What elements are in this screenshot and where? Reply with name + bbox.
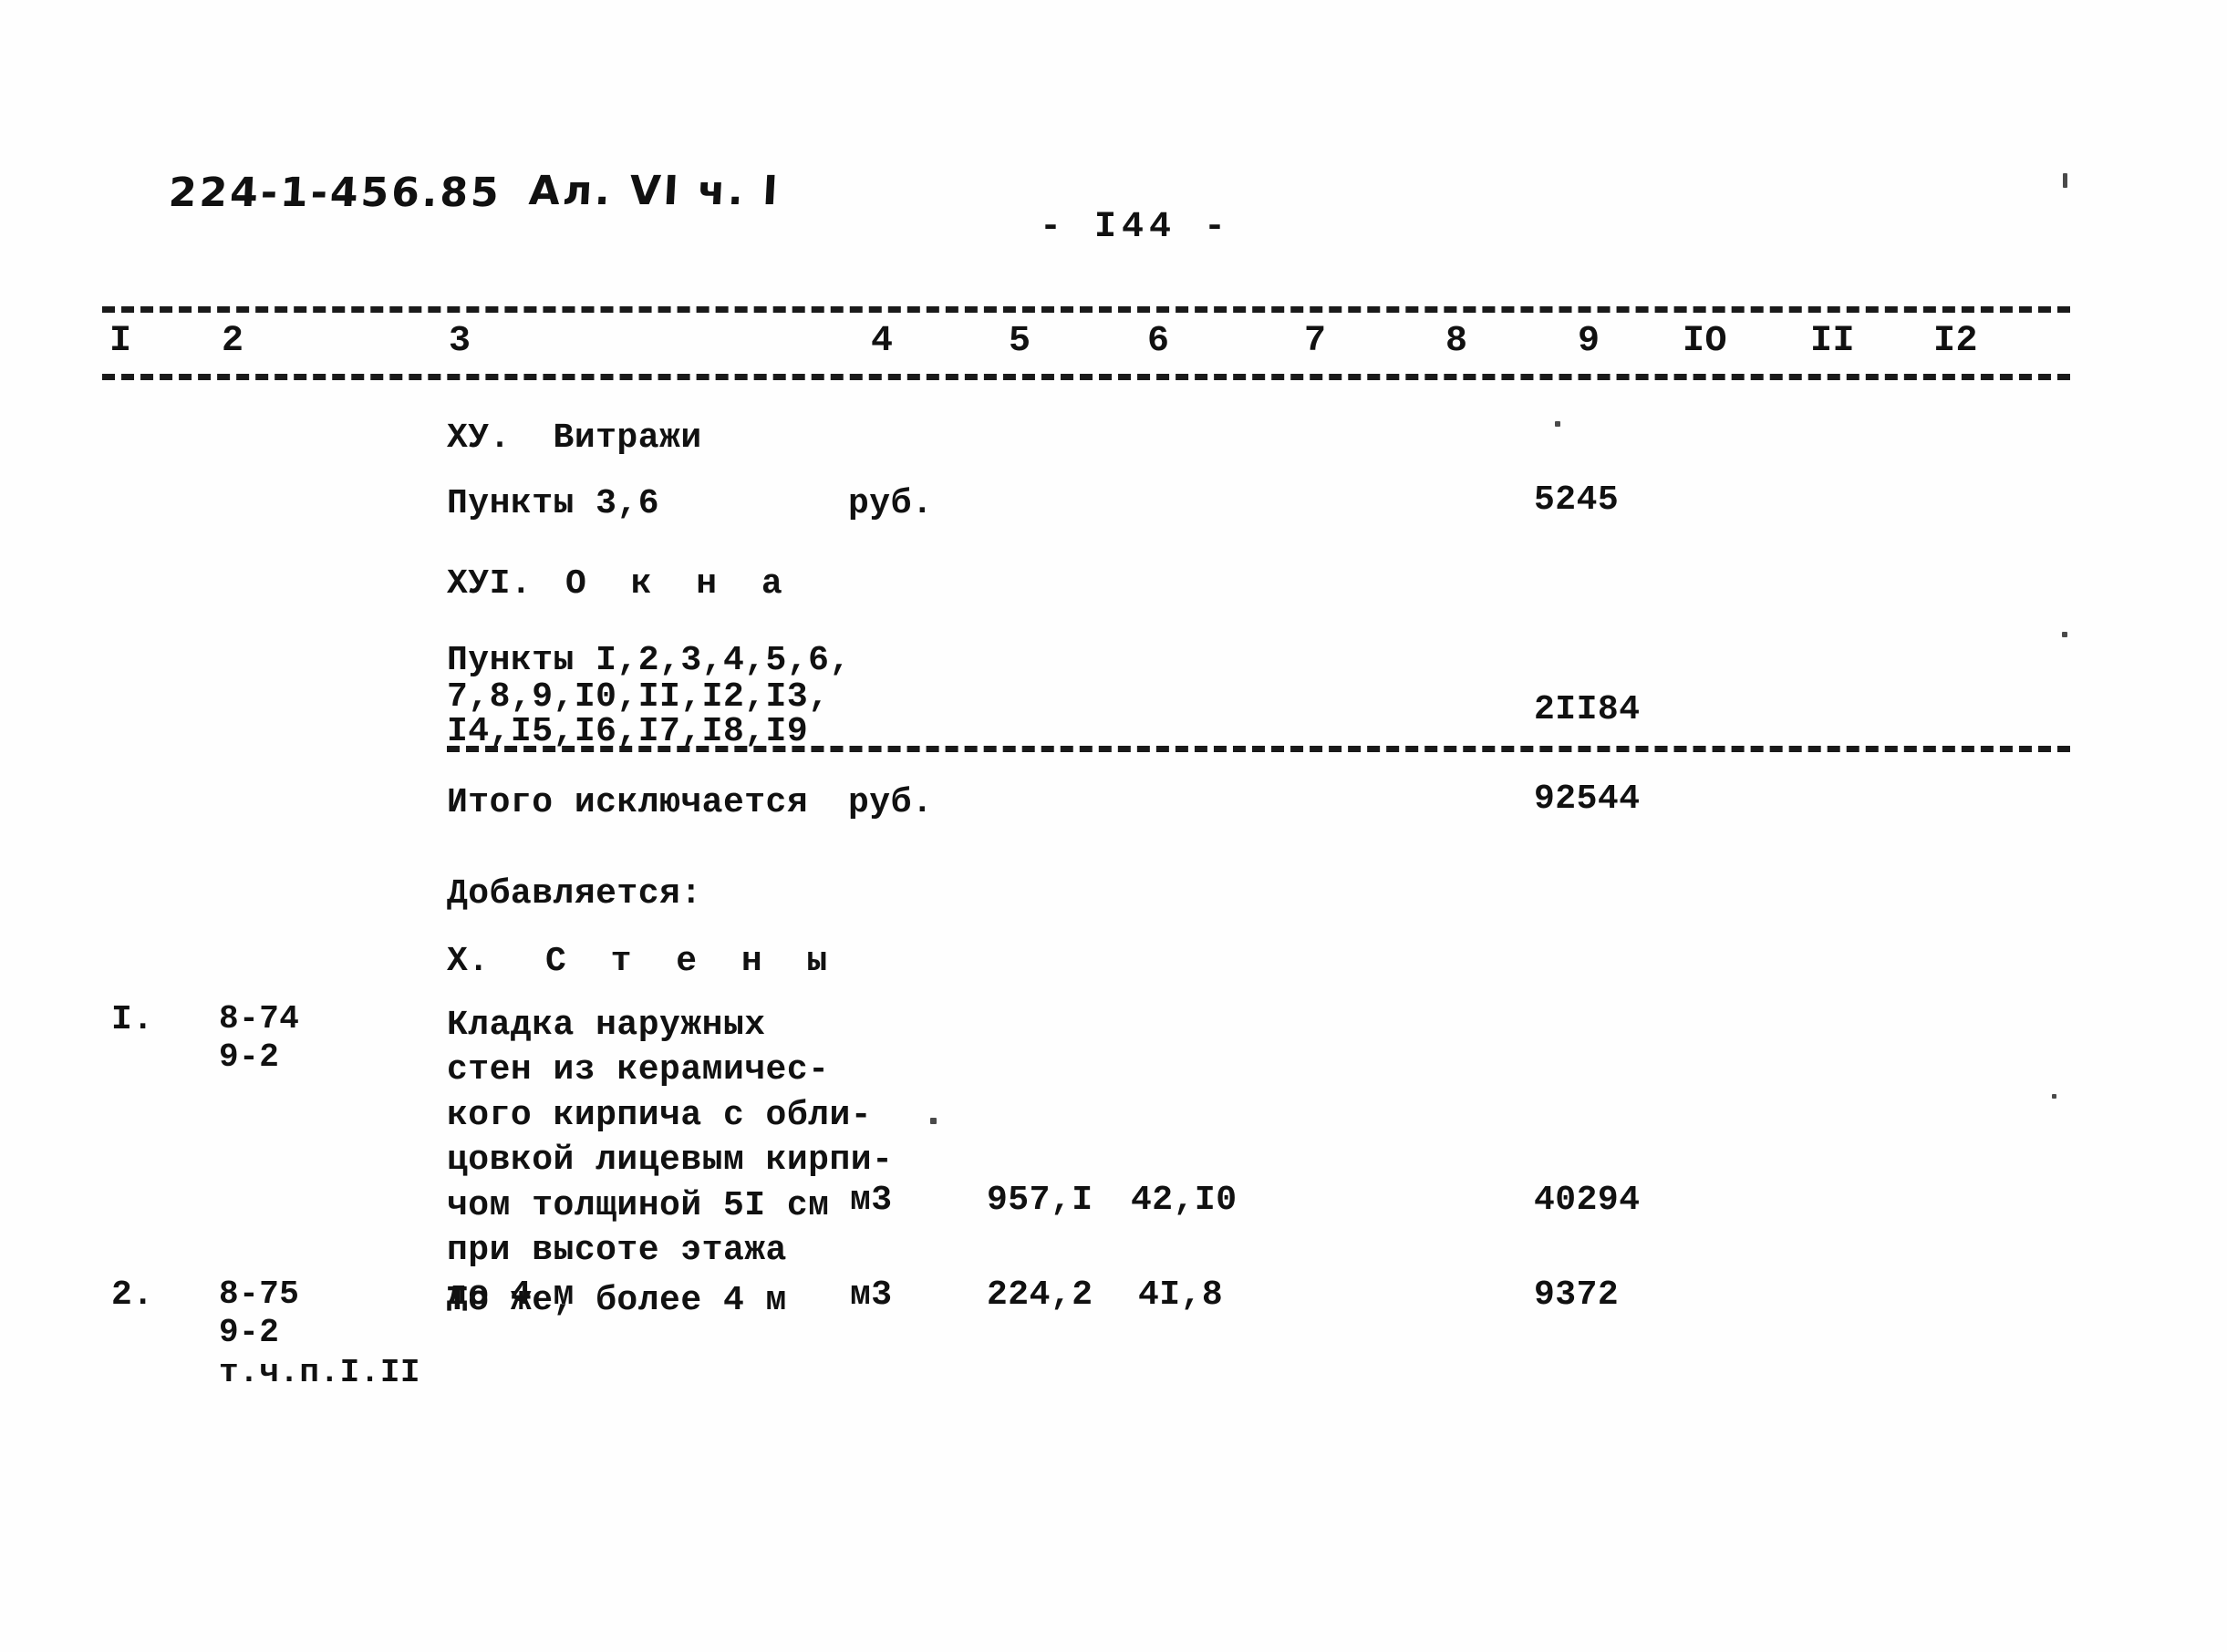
- total-excluded-label: Итого исключается: [447, 783, 809, 822]
- added-row-2-description: То же, более 4 м: [447, 1281, 787, 1320]
- row-punkty-3-6-value: 5245: [1534, 480, 1620, 520]
- scan-speck: [1555, 421, 1560, 427]
- added-row-1-unit: м3: [850, 1181, 893, 1220]
- column-header-3: 3: [449, 321, 471, 362]
- added-row-1-code-2: 9-2: [219, 1038, 280, 1076]
- section-heading-okna-word: О к н а: [565, 564, 794, 604]
- added-row-2-quantity: 224,2: [987, 1275, 1093, 1315]
- column-header-2: 2: [222, 321, 244, 362]
- total-separator-rule: [447, 746, 2070, 752]
- added-row-2-code-1: 8-75: [219, 1275, 300, 1313]
- column-header-11: II: [1810, 321, 1856, 362]
- table-header-bottom-rule: [102, 374, 2070, 380]
- added-row-1-total: 40294: [1534, 1181, 1641, 1220]
- section-heading-okna-prefix: ХУI.: [447, 564, 533, 604]
- scan-speck: [2063, 173, 2067, 188]
- album-reference: Ал. VI ч. I: [527, 168, 782, 214]
- section-heading-steny-word: С т е н ы: [545, 942, 840, 981]
- column-header-10: IO: [1683, 321, 1728, 362]
- column-header-9: 9: [1578, 321, 1600, 362]
- added-row-2-code-2: 9-2: [219, 1314, 280, 1351]
- column-header-4: 4: [871, 321, 894, 362]
- scan-speck: [930, 1118, 937, 1124]
- column-header-8: 8: [1445, 321, 1468, 362]
- section-heading-steny-prefix: Х.: [447, 942, 490, 981]
- column-header-6: 6: [1147, 321, 1170, 362]
- column-header-1: I: [109, 321, 132, 362]
- added-row-2-total: 9372: [1534, 1275, 1620, 1315]
- page-number: - I44 -: [1040, 207, 1232, 248]
- column-header-5: 5: [1009, 321, 1031, 362]
- added-row-1-description: Кладка наружных стен из керамичес- кого …: [447, 1006, 894, 1316]
- row-okna-value: 2II84: [1534, 690, 1641, 729]
- row-punkty-3-6-label: Пункты 3,6: [447, 484, 660, 523]
- added-row-2-code-3: т.ч.п.I.II: [219, 1354, 421, 1391]
- added-row-1-code-1: 8-74: [219, 1000, 300, 1038]
- total-excluded-value: 92544: [1534, 780, 1641, 819]
- document-code: 224-1-456.85: [167, 170, 503, 216]
- column-header-12: I2: [1933, 321, 1979, 362]
- table-top-rule: [102, 306, 2070, 313]
- scanned-document-page: 224-1-456.85 Ал. VI ч. I - I44 - I 2 3 4…: [0, 0, 2227, 1652]
- row-punkty-3-6-unit: руб.: [848, 484, 934, 523]
- scan-speck: [2062, 632, 2067, 637]
- section-heading-vitrazhi: ХУ. Витражи: [447, 418, 702, 458]
- added-row-2-number: 2.: [111, 1275, 154, 1315]
- column-header-7: 7: [1304, 321, 1327, 362]
- added-row-2-unit: м3: [850, 1275, 893, 1315]
- added-row-1-price: 42,I0: [1131, 1181, 1238, 1220]
- added-label: Добавляется:: [447, 874, 702, 914]
- added-row-2-price: 4I,8: [1138, 1275, 1224, 1315]
- added-row-1-quantity: 957,I: [987, 1181, 1093, 1220]
- total-excluded-unit: руб.: [848, 783, 934, 822]
- added-row-1-number: I.: [111, 1000, 154, 1039]
- scan-speck: [2052, 1094, 2056, 1099]
